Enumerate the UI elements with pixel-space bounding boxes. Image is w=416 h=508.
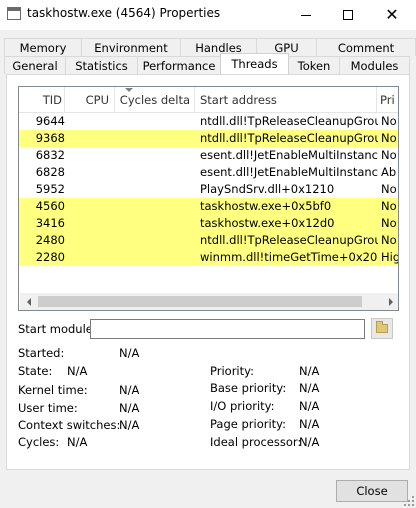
kernel-time-value: N/A [119,383,140,397]
started-label: Started: [18,346,65,360]
thread-priority-cell: No [381,148,397,162]
tab-comment[interactable]: Comment [316,38,416,56]
scroll-thumb[interactable] [38,296,362,307]
cycles-label: Cycles: [18,435,60,449]
thread-tid-cell: 3416 [35,216,65,230]
context-switches-value: N/A [119,418,140,432]
table-row[interactable]: 6828 esent.dll!JetEnableMultiInstance... A… [19,164,398,181]
minimize-icon [301,14,311,16]
tab-memory[interactable]: Memory [4,38,82,56]
thread-tid-cell: 2280 [35,250,65,264]
tab-performance[interactable]: Performance [137,56,221,74]
thread-priority-cell: No [381,182,397,196]
minimize-button[interactable] [284,0,328,30]
maximize-button[interactable] [326,0,370,30]
start-module-field[interactable] [90,319,365,339]
app-window-icon [7,7,21,20]
tab-threads[interactable]: Threads [220,53,289,74]
start-module-label: Start module: [18,322,97,336]
table-row[interactable]: 4560 taskhostw.exe+0x5bf0 No [19,198,398,215]
thread-priority-cell: No [381,199,397,213]
thread-start-address-cell: PlaySndSrv.dll+0x1210 [200,182,335,196]
resize-grip-icon[interactable] [404,496,414,506]
maximize-icon [343,10,353,20]
thread-priority-cell: No [381,233,397,247]
thread-priority-cell: No [381,216,397,230]
base-priority-label: Base priority: [210,381,287,395]
scroll-right-button[interactable] [382,293,398,310]
thread-priority-cell: No [381,131,397,145]
thread-tid-cell: 4560 [35,199,65,213]
thread-tid-cell: 2480 [35,233,65,247]
base-priority-value: N/A [299,381,320,395]
priority-value: N/A [299,364,320,378]
cycles-value: N/A [67,435,88,449]
column-header-start-address[interactable]: Start address [195,87,377,113]
title-bar: taskhostw.exe (4564) Properties ✕ [0,0,416,30]
table-row[interactable]: 5952 PlaySndSrv.dll+0x1210 No [19,181,398,198]
tab-modules[interactable]: Modules [339,56,410,74]
thread-start-address-cell: ntdll.dll!TpReleaseCleanupGroup... [200,114,378,128]
ideal-processor-label: Ideal processor: [210,435,302,449]
user-time-label: User time: [18,401,78,415]
window-title: taskhostw.exe (4564) Properties [27,6,221,20]
thread-start-address-cell: winmm.dll!timeGetTime+0x20 [200,250,378,264]
thread-priority-cell: Ab [381,165,397,179]
thread-tid-cell: 9368 [35,131,65,145]
column-header-tid[interactable]: TID [19,87,65,113]
sort-descending-icon [125,88,133,92]
io-priority-label: I/O priority: [210,399,275,413]
tab-statistics[interactable]: Statistics [65,56,138,74]
state-value: N/A [67,364,88,378]
thread-tid-cell: 5952 [35,182,65,196]
thread-tid-cell: 6828 [35,165,65,179]
user-time-value: N/A [119,401,140,415]
state-label: State: [18,364,53,378]
thread-tid-cell: 6832 [35,148,65,162]
table-row[interactable]: 9644 ntdll.dll!TpReleaseCleanupGroup...No [19,113,398,130]
folder-icon [376,321,388,333]
thread-start-address-cell: esent.dll!JetEnableMultiInstance... [200,148,378,162]
thread-priority-cell: Hig [381,250,399,264]
table-row[interactable]: 2480 ntdll.dll!TpReleaseCleanupGroup...No [19,232,398,249]
ideal-processor-value: N/A [299,435,320,449]
thread-start-address-cell: taskhostw.exe+0x5bf0 [200,199,332,213]
page-priority-value: N/A [299,417,320,431]
thread-start-address-cell: ntdll.dll!TpReleaseCleanupGroup... [200,233,378,247]
thread-start-address-cell: taskhostw.exe+0x12d0 [200,216,335,230]
priority-label: Priority: [210,364,254,378]
close-icon: ✕ [385,5,399,24]
thread-start-address-cell: esent.dll!JetEnableMultiInstance... [200,165,378,179]
started-value: N/A [119,346,140,360]
horizontal-scrollbar[interactable] [20,293,398,310]
scroll-left-button[interactable] [20,293,37,310]
tab-token[interactable]: Token [288,56,340,74]
table-row[interactable]: 6832 esent.dll!JetEnableMultiInstance... N… [19,147,398,164]
tab-general[interactable]: General [4,56,66,74]
close-button[interactable]: Close [336,480,408,502]
kernel-time-label: Kernel time: [18,383,88,397]
scroll-right-icon [388,297,393,306]
page-priority-label: Page priority: [210,417,287,431]
thread-start-address-cell: ntdll.dll!TpReleaseCleanupGroup... [200,131,378,145]
table-row[interactable]: 9368 ntdll.dll!TpReleaseCleanupGroup...No [19,130,398,147]
thread-priority-cell: No [381,114,397,128]
tab-environment[interactable]: Environment [81,38,181,56]
column-header-cpu[interactable]: CPU [65,87,115,113]
close-window-button[interactable]: ✕ [370,0,414,30]
threads-list[interactable]: TID CPU Cycles delta Start address Pri 9… [18,86,399,311]
threads-list-header: TID CPU Cycles delta Start address Pri [19,87,398,113]
table-row[interactable]: 2280 winmm.dll!timeGetTime+0x20 Hig [19,249,399,266]
table-row[interactable]: 3416 taskhostw.exe+0x12d0 No [19,215,398,232]
scroll-left-icon [26,297,31,306]
context-switches-label: Context switches: [18,418,121,432]
thread-tid-cell: 9644 [35,114,65,128]
open-folder-button[interactable] [371,318,393,339]
io-priority-value: N/A [299,399,320,413]
column-header-priority[interactable]: Pri [377,87,398,113]
